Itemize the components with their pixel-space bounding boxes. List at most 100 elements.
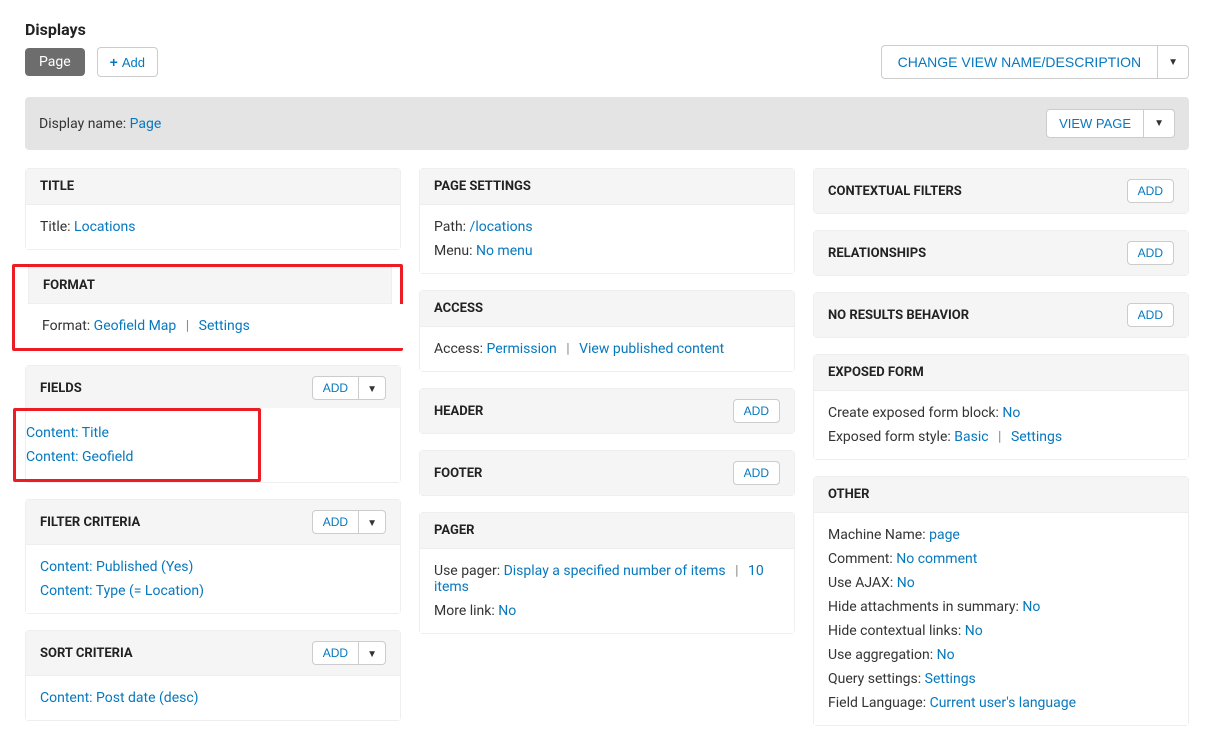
display-name-label: Display name: — [39, 116, 126, 132]
access-detail-link[interactable]: View published content — [579, 341, 724, 357]
title-heading: TITLE — [26, 169, 400, 205]
plus-icon: + — [110, 54, 118, 70]
view-page-dropdown[interactable]: ▼ — [1144, 109, 1175, 138]
machine-name-link[interactable]: page — [929, 527, 960, 543]
format-link[interactable]: Geofield Map — [94, 318, 177, 334]
comment-link[interactable]: No comment — [896, 551, 977, 567]
query-link[interactable]: Settings — [925, 671, 976, 687]
access-link[interactable]: Permission — [487, 341, 557, 357]
relationships-add-button[interactable]: ADD — [1127, 241, 1174, 265]
footer-add-button[interactable]: ADD — [733, 461, 780, 485]
columns-container: TITLE Title: Locations FORMAT Format: Ge… — [25, 168, 1189, 726]
view-page-button[interactable]: VIEW PAGE — [1046, 109, 1144, 138]
use-agg-label: Use aggregation: — [828, 647, 933, 663]
filter-add-dropdown[interactable]: ▼ — [359, 510, 386, 534]
query-label: Query settings: — [828, 671, 921, 687]
caret-down-icon: ▼ — [367, 649, 377, 660]
filter-panel: FILTER CRITERIA ADD ▼ Content: Published… — [25, 499, 401, 614]
format-highlight: FORMAT Format: Geofield Map | Settings — [12, 264, 403, 351]
other-heading: OTHER — [814, 477, 1188, 513]
column-1: TITLE Title: Locations FORMAT Format: Ge… — [25, 168, 401, 721]
exposed-settings-link[interactable]: Settings — [1011, 429, 1062, 445]
caret-down-icon: ▼ — [1168, 57, 1178, 68]
fields-add-button[interactable]: ADD — [312, 376, 359, 400]
displays-tabs: Page + Add — [25, 47, 158, 77]
pager-panel: PAGER Use pager: Display a specified num… — [419, 512, 795, 634]
hide-attach-link[interactable]: No — [1022, 599, 1040, 615]
no-results-add-button[interactable]: ADD — [1127, 303, 1174, 327]
use-ajax-link[interactable]: No — [897, 575, 915, 591]
more-link-value[interactable]: No — [498, 603, 516, 619]
filter-add-button[interactable]: ADD — [312, 510, 359, 534]
view-page-group: VIEW PAGE ▼ — [1046, 109, 1175, 138]
display-name-value[interactable]: Page — [130, 116, 162, 132]
exposed-create-link[interactable]: No — [1002, 405, 1020, 421]
sort-add-group: ADD ▼ — [312, 641, 386, 665]
sort-add-dropdown[interactable]: ▼ — [359, 641, 386, 665]
display-name-left: Display name: Page — [39, 116, 161, 132]
exposed-create-label: Create exposed form block: — [828, 405, 999, 421]
field-lang-link[interactable]: Current user's language — [930, 695, 1076, 711]
title-label: Title: — [40, 219, 71, 235]
title-link[interactable]: Locations — [74, 219, 135, 235]
caret-down-icon: ▼ — [367, 384, 377, 395]
field-item[interactable]: Content: Title — [26, 425, 109, 441]
caret-down-icon: ▼ — [1154, 118, 1164, 129]
contextual-filters-add-button[interactable]: ADD — [1127, 179, 1174, 203]
change-view-button[interactable]: CHANGE VIEW NAME/DESCRIPTION — [881, 45, 1158, 79]
footer-heading: FOOTER — [434, 466, 482, 481]
sort-item[interactable]: Content: Post date (desc) — [40, 690, 199, 706]
filter-item[interactable]: Content: Type (= Location) — [40, 583, 204, 599]
sort-add-button[interactable]: ADD — [312, 641, 359, 665]
field-lang-label: Field Language: — [828, 695, 926, 711]
path-link[interactable]: /locations — [470, 219, 533, 235]
title-panel: TITLE Title: Locations — [25, 168, 401, 250]
comment-label: Comment: — [828, 551, 893, 567]
filter-header: FILTER CRITERIA ADD ▼ — [26, 500, 400, 545]
exposed-form-heading: EXPOSED FORM — [814, 355, 1188, 391]
exposed-form-panel: EXPOSED FORM Create exposed form block: … — [813, 354, 1189, 460]
sort-panel: SORT CRITERIA ADD ▼ Content: Post date (… — [25, 630, 401, 721]
header-add-button[interactable]: ADD — [733, 399, 780, 423]
fields-add-group: ADD ▼ — [312, 376, 386, 400]
path-label: Path: — [434, 219, 466, 235]
use-pager-link[interactable]: Display a specified number of items — [504, 563, 726, 579]
filter-item[interactable]: Content: Published (Yes) — [40, 559, 193, 575]
use-ajax-label: Use AJAX: — [828, 575, 893, 591]
use-agg-link[interactable]: No — [937, 647, 955, 663]
change-view-dropdown[interactable]: ▼ — [1158, 45, 1189, 79]
format-label: Format: — [42, 318, 90, 334]
add-display-button[interactable]: + Add — [97, 47, 158, 77]
column-3: CONTEXTUAL FILTERS ADD RELATIONSHIPS ADD… — [813, 168, 1189, 726]
page-settings-heading: PAGE SETTINGS — [420, 169, 794, 205]
caret-down-icon: ▼ — [367, 518, 377, 529]
format-settings-link[interactable]: Settings — [199, 318, 250, 334]
no-results-panel: NO RESULTS BEHAVIOR ADD — [813, 292, 1189, 338]
contextual-filters-panel: CONTEXTUAL FILTERS ADD — [813, 168, 1189, 214]
no-results-heading: NO RESULTS BEHAVIOR — [828, 308, 969, 323]
sort-header: SORT CRITERIA ADD ▼ — [26, 631, 400, 676]
tab-page[interactable]: Page — [25, 48, 85, 76]
exposed-style-link[interactable]: Basic — [954, 429, 988, 445]
filter-add-group: ADD ▼ — [312, 510, 386, 534]
other-panel: OTHER Machine Name: page Comment: No com… — [813, 476, 1189, 726]
sort-heading: SORT CRITERIA — [40, 646, 133, 661]
add-display-label: Add — [122, 55, 145, 70]
more-link-label: More link: — [434, 603, 495, 619]
access-label: Access: — [434, 341, 483, 357]
hide-ctx-link[interactable]: No — [965, 623, 983, 639]
menu-link[interactable]: No menu — [476, 243, 533, 259]
fields-heading: FIELDS — [40, 381, 82, 396]
format-panel: FORMAT Format: Geofield Map | Settings — [28, 267, 475, 348]
format-heading: FORMAT — [28, 267, 392, 304]
footer-panel: FOOTER ADD — [419, 450, 795, 496]
exposed-style-label: Exposed form style: — [828, 429, 951, 445]
field-item[interactable]: Content: Geofield — [26, 449, 133, 465]
fields-add-dropdown[interactable]: ▼ — [359, 376, 386, 400]
access-heading: ACCESS — [420, 291, 794, 327]
machine-name-label: Machine Name: — [828, 527, 926, 543]
change-view-group: CHANGE VIEW NAME/DESCRIPTION ▼ — [881, 45, 1189, 79]
relationships-heading: RELATIONSHIPS — [828, 246, 926, 261]
pipe: | — [735, 563, 738, 579]
hide-ctx-label: Hide contextual links: — [828, 623, 961, 639]
